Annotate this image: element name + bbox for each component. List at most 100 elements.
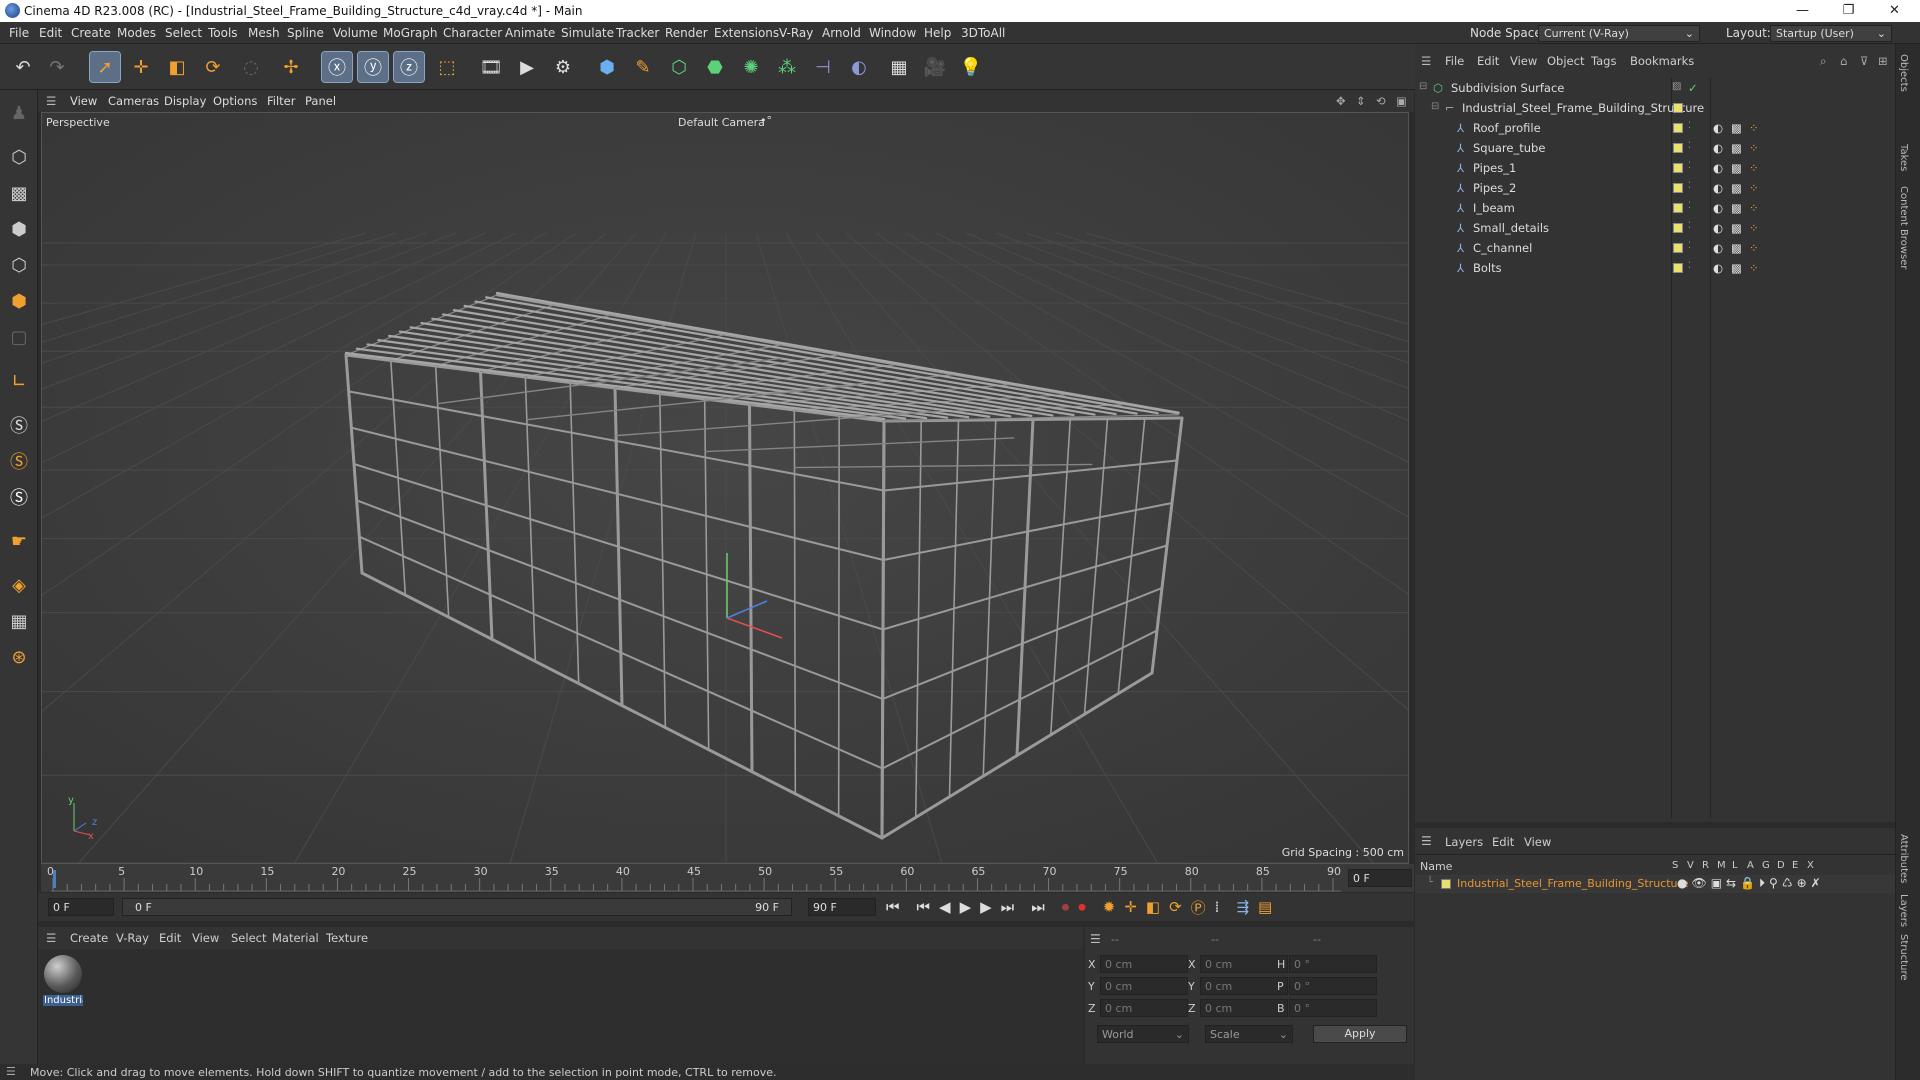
texture-tag-icon[interactable]: ▩: [1731, 201, 1742, 215]
uv-mode-icon[interactable]: ▢: [4, 322, 34, 352]
pla-key-icon[interactable]: ⁞: [1215, 898, 1220, 916]
go-to-start-icon[interactable]: ⏮: [886, 898, 900, 916]
rotate-view-icon[interactable]: ⟲: [1376, 94, 1386, 108]
visibility-dots-icon[interactable]: ⁚: [1688, 261, 1691, 271]
menu-modes[interactable]: Modes: [117, 26, 156, 40]
phong-tag-icon[interactable]: ⁘: [1749, 241, 1759, 255]
vray-tag-icon[interactable]: ◐: [1713, 241, 1723, 255]
visibility-dots-icon[interactable]: ⁚: [1688, 141, 1691, 151]
x-axis-lock-icon[interactable]: ⓧ: [321, 51, 353, 83]
visibility-dots-icon[interactable]: ⁚: [1688, 181, 1691, 191]
menu-tools[interactable]: Tools: [208, 26, 238, 40]
model-mode-icon[interactable]: ⬡: [4, 142, 34, 172]
status-menu-icon[interactable]: ☰: [6, 1065, 16, 1078]
material-swatch[interactable]: Industria: [43, 954, 83, 1008]
parameter-key-icon[interactable]: Ⓟ: [1191, 897, 1206, 918]
timeline-ruler[interactable]: 0 5 10 15 20 25 30 35 40 45 50 55 60 65 70 75 80 85 90 0 F: [41, 864, 1414, 892]
menu-create[interactable]: Create: [71, 26, 111, 40]
layer-color-swatch[interactable]: [1673, 143, 1683, 153]
size-x-field[interactable]: 0 cm: [1200, 955, 1288, 973]
edges-mode-icon[interactable]: ⬡: [4, 250, 34, 280]
minimize-button[interactable]: —: [1780, 0, 1825, 22]
maximize-view-icon[interactable]: ▣: [1396, 94, 1407, 108]
mograph-icon[interactable]: ⁂: [772, 52, 802, 82]
undo-icon[interactable]: ↶: [8, 52, 38, 82]
snap-settings-icon[interactable]: Ⓢ: [4, 446, 34, 476]
layer-color-swatch[interactable]: [1673, 123, 1683, 133]
obj-menu-object[interactable]: Object: [1547, 54, 1584, 68]
close-button[interactable]: ✕: [1872, 0, 1917, 22]
texture-tag-icon[interactable]: ▩: [1731, 121, 1742, 135]
vray-tag-icon[interactable]: ◐: [1713, 201, 1723, 215]
tab-attributes[interactable]: Attributes: [1898, 834, 1909, 883]
obj-menu-tags[interactable]: Tags: [1591, 54, 1616, 68]
layer-color-swatch[interactable]: [1673, 263, 1683, 273]
next-frame-icon[interactable]: ▶: [980, 898, 992, 916]
mat-menu-vray[interactable]: V-Ray: [116, 931, 149, 945]
layer-color-swatch[interactable]: [1673, 183, 1683, 193]
menu-edit[interactable]: Edit: [39, 26, 62, 40]
grid-workplane-icon[interactable]: ▦: [4, 606, 34, 636]
object-row-group[interactable]: ⊟ ⌐ Industrial_Steel_Frame_Building_Stru…: [1415, 98, 1895, 118]
layer-menu-icon[interactable]: ☰: [1421, 834, 1432, 848]
go-to-end-icon[interactable]: ⏭: [1031, 898, 1045, 916]
menu-animate[interactable]: Animate: [505, 26, 555, 40]
home-icon[interactable]: ⌂: [1840, 54, 1847, 68]
subdivision-surface-icon[interactable]: ⬡: [664, 52, 694, 82]
autokey-icon[interactable]: ⏺: [1078, 898, 1086, 916]
layer-color-swatch[interactable]: [1673, 103, 1683, 113]
object-row-c-channel[interactable]: ⅄ C_channel ⁚ ◐ ▩ ⁘: [1415, 238, 1895, 258]
play-icon[interactable]: ▶: [960, 898, 972, 916]
layer-flag-icons[interactable]: ●👁▣⇆🔒⏵⚲♺⊕✗: [1677, 876, 1825, 891]
collapse-icon[interactable]: ⊟: [1431, 101, 1439, 112]
layer-color-swatch[interactable]: [1673, 163, 1683, 173]
tab-takes[interactable]: Takes: [1898, 144, 1909, 171]
object-row-square-tube[interactable]: ⅄ Square_tube ⁚ ◐ ▩ ⁘: [1415, 138, 1895, 158]
visibility-dots-icon[interactable]: ⁚: [1688, 221, 1691, 231]
viewport-menu-icon[interactable]: ☰: [46, 94, 56, 108]
size-z-field[interactable]: 0 cm: [1200, 999, 1288, 1017]
layer-toggle-icon[interactable]: ▨: [1672, 81, 1681, 92]
layer-color-swatch[interactable]: [1673, 243, 1683, 253]
axis-mode-icon[interactable]: ∟: [4, 366, 34, 396]
vp-menu-view[interactable]: View: [70, 94, 97, 108]
scale-key-icon[interactable]: ◧: [1146, 898, 1160, 916]
layer-row[interactable]: └ Industrial_Steel_Frame_Building_Struct…: [1415, 875, 1895, 893]
spline-pen-icon[interactable]: ✎: [628, 52, 658, 82]
phong-tag-icon[interactable]: ⁘: [1749, 161, 1759, 175]
filter-icon[interactable]: ⊽: [1860, 54, 1868, 68]
coordinate-system-icon[interactable]: ⬚: [432, 52, 462, 82]
coord-system-select[interactable]: World ⌄: [1097, 1025, 1189, 1043]
menu-window[interactable]: Window: [869, 26, 916, 40]
layout-select[interactable]: Startup (User) ⌄: [1770, 25, 1892, 42]
phong-tag-icon[interactable]: ⁘: [1749, 181, 1759, 195]
object-row-subdivision-surface[interactable]: ⊟ ⬡ Subdivision Surface ▨ ✓: [1415, 78, 1895, 98]
next-key-icon[interactable]: ⏭: [1001, 898, 1015, 916]
mat-menu-edit[interactable]: Edit: [159, 931, 181, 945]
motion-system-icon[interactable]: ⇶: [1236, 898, 1249, 916]
size-mode-select[interactable]: Scale ⌄: [1205, 1025, 1293, 1043]
texture-tag-icon[interactable]: ▩: [1731, 161, 1742, 175]
menu-arnold[interactable]: Arnold: [822, 26, 861, 40]
deformer-icon[interactable]: ⊣: [808, 52, 838, 82]
menu-mograph[interactable]: MoGraph: [383, 26, 438, 40]
size-y-field[interactable]: 0 cm: [1200, 977, 1288, 995]
visibility-dots-icon[interactable]: ⁚: [1688, 201, 1691, 211]
vp-menu-display[interactable]: Display: [164, 94, 206, 108]
obj-menu-bookmarks[interactable]: Bookmarks: [1630, 54, 1694, 68]
menu-render[interactable]: Render: [665, 26, 708, 40]
object-row-small-details[interactable]: ⅄ Small_details ⁚ ◐ ▩ ⁘: [1415, 218, 1895, 238]
tab-layers[interactable]: Layers: [1898, 894, 1909, 927]
texture-tag-icon[interactable]: ▩: [1731, 261, 1742, 275]
vray-tag-icon[interactable]: ◐: [1713, 161, 1723, 175]
redo-icon[interactable]: ↷: [42, 52, 72, 82]
workplane-icon[interactable]: ◈: [4, 570, 34, 600]
menu-vray[interactable]: V-Ray: [779, 26, 813, 40]
position-x-field[interactable]: 0 cm: [1100, 955, 1188, 973]
mat-menu-view[interactable]: View: [192, 931, 219, 945]
search-icon[interactable]: ⌕: [1820, 54, 1826, 69]
paint-tool-icon[interactable]: ☛: [4, 526, 34, 556]
extrude-icon[interactable]: ⬣: [700, 52, 730, 82]
visibility-dots-icon[interactable]: ⁚: [1688, 241, 1691, 251]
layer-name[interactable]: Industrial_Steel_Frame_Building_Structur…: [1457, 877, 1689, 890]
